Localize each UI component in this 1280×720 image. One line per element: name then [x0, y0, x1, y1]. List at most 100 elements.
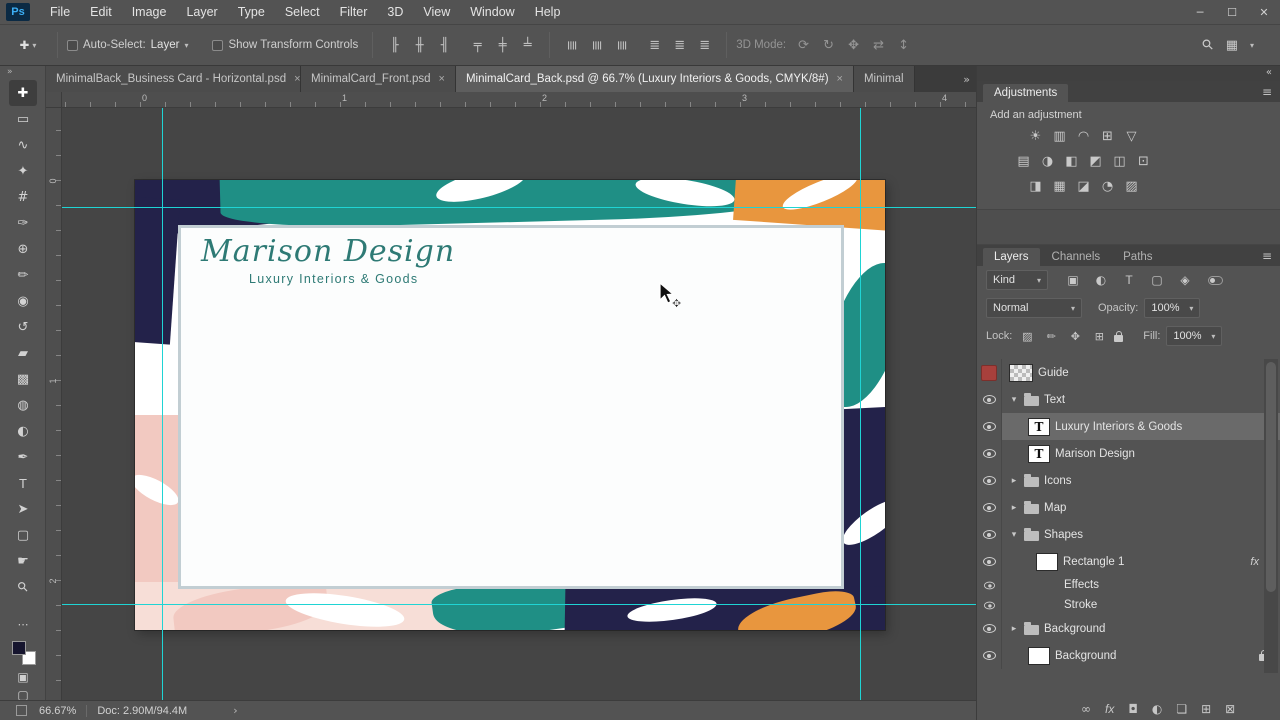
menu-view[interactable]: View [413, 0, 460, 25]
visibility-toggle[interactable] [977, 615, 1002, 642]
pen-tool[interactable]: ✒ [9, 444, 37, 470]
align-bottom-edges-icon[interactable]: ╧ [515, 38, 540, 53]
adjustment-levels-icon[interactable]: ▥ [1049, 126, 1070, 147]
visibility-toggle[interactable] [977, 467, 1002, 494]
close-button[interactable]: ✕ [1248, 6, 1280, 19]
adjustment-invert-icon[interactable]: ◨ [1025, 176, 1046, 197]
color-swatches[interactable] [12, 641, 36, 665]
roll-3d-camera-icon[interactable]: ↻ [816, 38, 841, 53]
filtering-toggle[interactable] [1208, 275, 1223, 285]
lock-transparency-icon[interactable]: ▨ [1018, 330, 1036, 343]
horizontal-ruler[interactable]: 0 1 2 3 4 [62, 92, 976, 108]
adjustment-gradient-map-icon[interactable]: ▨ [1121, 176, 1142, 197]
chevron-down-icon[interactable]: ▾ [1250, 41, 1254, 50]
blur-tool[interactable]: ◍ [9, 392, 37, 418]
background-layer-thumbnail[interactable] [1028, 646, 1050, 665]
tool-preset-picker[interactable]: ✚ ▾ [8, 38, 48, 52]
auto-select-target-dropdown[interactable]: Layer ▾ [151, 39, 189, 51]
delete-layer-icon[interactable]: ⊠ [1225, 702, 1235, 716]
menu-help[interactable]: Help [525, 0, 571, 25]
disclosure-triangle[interactable]: ▾ [1009, 395, 1019, 405]
adjustment-vibrance-icon[interactable]: ▽ [1121, 126, 1142, 147]
document-tab-2[interactable]: MinimalCard_Front.psd × [301, 66, 456, 92]
filter-adjustment-layers-icon[interactable]: ◐ [1090, 273, 1112, 287]
collapse-panels-chevron[interactable]: « [1266, 67, 1272, 78]
vertical-guide[interactable] [860, 108, 861, 700]
new-layer-icon[interactable]: ⊞ [1201, 702, 1211, 716]
zoom-level[interactable]: 66.67% [39, 705, 76, 717]
lock-all-icon[interactable] [1114, 330, 1124, 342]
history-brush-tool[interactable]: ↺ [9, 314, 37, 340]
filter-type-layers-icon[interactable]: T [1118, 273, 1140, 287]
menu-file[interactable]: File [40, 0, 80, 25]
slide-3d-camera-icon[interactable]: ⇄ [866, 38, 891, 53]
tab-layers[interactable]: Layers [983, 248, 1040, 266]
horizontal-guide[interactable] [62, 604, 976, 605]
filter-kind-dropdown[interactable]: Kind ▾ [986, 270, 1048, 290]
adjustment-photo-filter-icon[interactable]: ◩ [1085, 151, 1106, 172]
menu-filter[interactable]: Filter [330, 0, 378, 25]
align-left-edges-icon[interactable]: ╟ [382, 38, 407, 53]
quick-selection-tool[interactable]: ✦ [9, 158, 37, 184]
layer-row-group-text[interactable]: ▾ Text [977, 386, 1280, 413]
adjustment-channel-mixer-icon[interactable]: ◫ [1109, 151, 1130, 172]
menu-3d[interactable]: 3D [377, 0, 413, 25]
adjustment-color-balance-icon[interactable]: ◑ [1037, 151, 1058, 172]
tab-channels[interactable]: Channels [1041, 248, 1112, 266]
blend-mode-dropdown[interactable]: Normal ▾ [986, 298, 1082, 318]
filter-shape-layers-icon[interactable]: ▢ [1146, 273, 1168, 287]
lock-position-icon[interactable]: ✥ [1066, 330, 1084, 343]
path-selection-tool[interactable]: ➤ [9, 496, 37, 522]
menu-image[interactable]: Image [122, 0, 177, 25]
vertical-guide[interactable] [162, 108, 163, 700]
scrollbar-thumb[interactable] [1266, 362, 1276, 592]
auto-select-checkbox[interactable] [67, 39, 78, 51]
move-tool[interactable]: ✚ [9, 80, 37, 106]
adjustment-black-white-icon[interactable]: ◧ [1061, 151, 1082, 172]
adjustment-selective-color-icon[interactable]: ◔ [1097, 176, 1118, 197]
tab-adjustments[interactable]: Adjustments [983, 84, 1069, 102]
disclosure-triangle[interactable]: ▸ [1009, 503, 1019, 513]
text-layer-thumbnail[interactable]: T [1028, 444, 1050, 463]
rectangular-marquee-tool[interactable]: ▭ [9, 106, 37, 132]
close-tab-icon[interactable]: × [439, 73, 445, 85]
visibility-toggle[interactable] [977, 413, 1002, 440]
visibility-toggle[interactable] [977, 595, 1002, 615]
layer-row-group-background[interactable]: ▸ Background [977, 615, 1280, 642]
ruler-origin-corner[interactable] [46, 92, 62, 108]
dodge-tool[interactable]: ◐ [9, 418, 37, 444]
add-layer-mask-icon[interactable]: ◘ [1128, 702, 1138, 716]
layer-row-effects[interactable]: Effects [977, 575, 1280, 595]
document-tab-1[interactable]: MinimalBack_Business Card - Horizontal.p… [46, 66, 301, 92]
adjustment-threshold-icon[interactable]: ◪ [1073, 176, 1094, 197]
menu-window[interactable]: Window [460, 0, 524, 25]
document-tab-4[interactable]: Minimal [853, 66, 915, 92]
layers-scrollbar[interactable] [1264, 359, 1278, 673]
layer-row-background[interactable]: Background [977, 642, 1280, 669]
disclosure-triangle[interactable]: ▸ [1009, 624, 1019, 634]
new-adjustment-layer-icon[interactable]: ◐ [1152, 702, 1162, 716]
horizontal-guide[interactable] [62, 207, 976, 208]
lock-pixels-icon[interactable]: ✏ [1042, 330, 1060, 343]
align-right-edges-icon[interactable]: ╢ [432, 38, 457, 53]
layer-row-luxury-interiors[interactable]: T Luxury Interiors & Goods [977, 413, 1280, 440]
fx-badge[interactable]: fx [1250, 556, 1259, 568]
business-card-artwork[interactable]: Marison Design Luxury Interiors & Goods [135, 180, 885, 630]
search-icon[interactable]: ⚲ [1199, 36, 1218, 55]
vertical-ruler[interactable]: 0 1 2 [46, 108, 62, 700]
rectangle-tool[interactable]: ▢ [9, 522, 37, 548]
adjustment-posterize-icon[interactable]: ▦ [1049, 176, 1070, 197]
minimize-button[interactable]: ─ [1184, 6, 1216, 19]
menu-edit[interactable]: Edit [80, 0, 122, 25]
opacity-dropdown[interactable]: 100% ▾ [1144, 298, 1201, 318]
edit-toolbar-ellipsis[interactable]: ⋯ [0, 618, 46, 631]
distribute-horizontal-centers-icon[interactable]: ≣ [667, 38, 692, 53]
eraser-tool[interactable]: ▰ [9, 340, 37, 366]
layer-row-marison-design[interactable]: T Marison Design [977, 440, 1280, 467]
maximize-button[interactable]: ☐ [1216, 6, 1248, 19]
close-tab-icon[interactable]: × [294, 73, 300, 85]
tab-paths[interactable]: Paths [1112, 248, 1163, 266]
text-layer-thumbnail[interactable]: T [1028, 417, 1050, 436]
document-tab-3-active[interactable]: MinimalCard_Back.psd @ 66.7% (Luxury Int… [455, 66, 854, 92]
adjustment-brightness-contrast-icon[interactable]: ☀ [1025, 126, 1046, 147]
